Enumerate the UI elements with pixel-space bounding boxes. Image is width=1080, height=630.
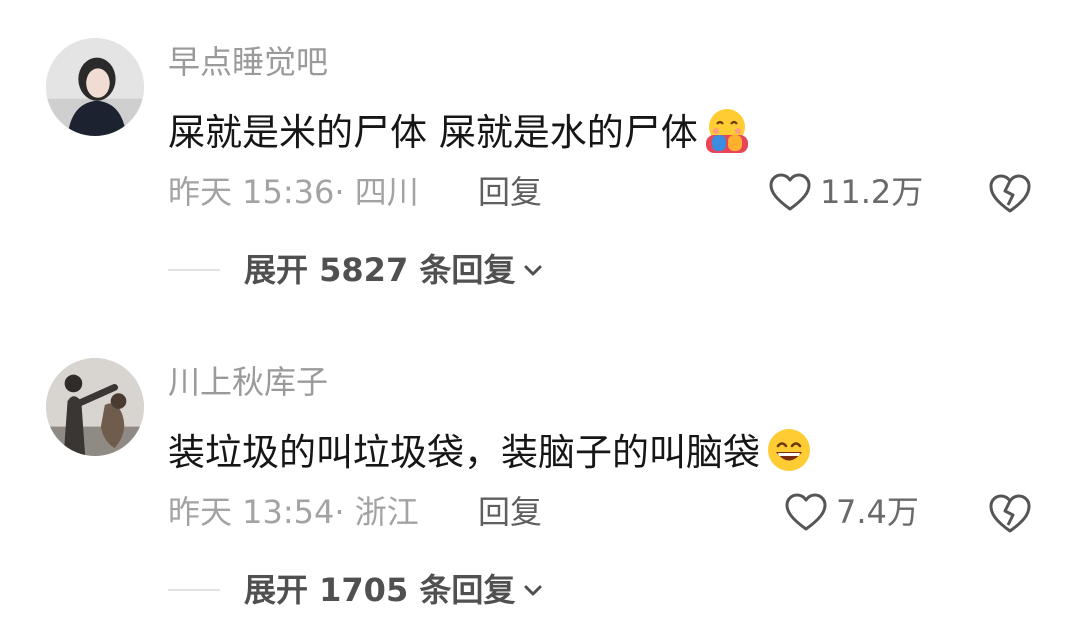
broken-heart-icon[interactable] [988,492,1032,534]
comment-item: 川上秋库子 装垃圾的叫垃圾袋，装脑子的叫脑袋 昨天 13:54· 浙江 回复 7… [0,320,1080,630]
reply-button[interactable]: 回复 [478,492,542,532]
user-photo [46,38,144,136]
username[interactable]: 早点睡觉吧 [168,42,328,82]
avatar[interactable] [46,38,144,136]
heart-icon [769,173,811,211]
grinning-emoji-icon [764,425,814,475]
comment-body: 屎就是米的尸体 屎就是水的尸体 [168,111,698,154]
heart-icon [785,493,827,531]
expand-replies-button[interactable]: 展开 5827 条回复 [244,250,545,290]
reply-button[interactable]: 回复 [478,172,542,212]
timestamp-location: 昨天 13:54· 浙江 [168,493,419,531]
user-photo [46,358,144,456]
divider [168,269,220,271]
like-button[interactable]: 7.4万 [784,490,919,534]
expand-replies: 展开 1705 条回复 [168,568,545,612]
username[interactable]: 川上秋库子 [168,362,328,402]
hugging-emoji-icon [702,105,752,155]
expand-replies: 展开 5827 条回复 [168,248,545,292]
comment-item: 早点睡觉吧 屎就是米的尸体 屎就是水的尸体 昨天 15:36· 四川 回复 11… [0,0,1080,310]
like-count: 11.2万 [820,173,924,211]
broken-heart-icon[interactable] [988,172,1032,214]
comment-body: 装垃圾的叫垃圾袋，装脑子的叫脑袋 [168,431,760,474]
timestamp-location: 昨天 15:36· 四川 [168,173,419,211]
like-count: 7.4万 [836,493,919,531]
comment-text: 装垃圾的叫垃圾袋，装脑子的叫脑袋 [168,425,814,476]
expand-replies-label: 展开 1705 条回复 [244,571,516,609]
chevron-down-icon [524,585,542,596]
avatar[interactable] [46,358,144,456]
chevron-down-icon [524,265,542,276]
expand-replies-label: 展开 5827 条回复 [244,251,516,289]
divider [168,589,220,591]
like-button[interactable]: 11.2万 [768,170,923,214]
comment-text: 屎就是米的尸体 屎就是水的尸体 [168,105,752,156]
expand-replies-button[interactable]: 展开 1705 条回复 [244,570,545,610]
